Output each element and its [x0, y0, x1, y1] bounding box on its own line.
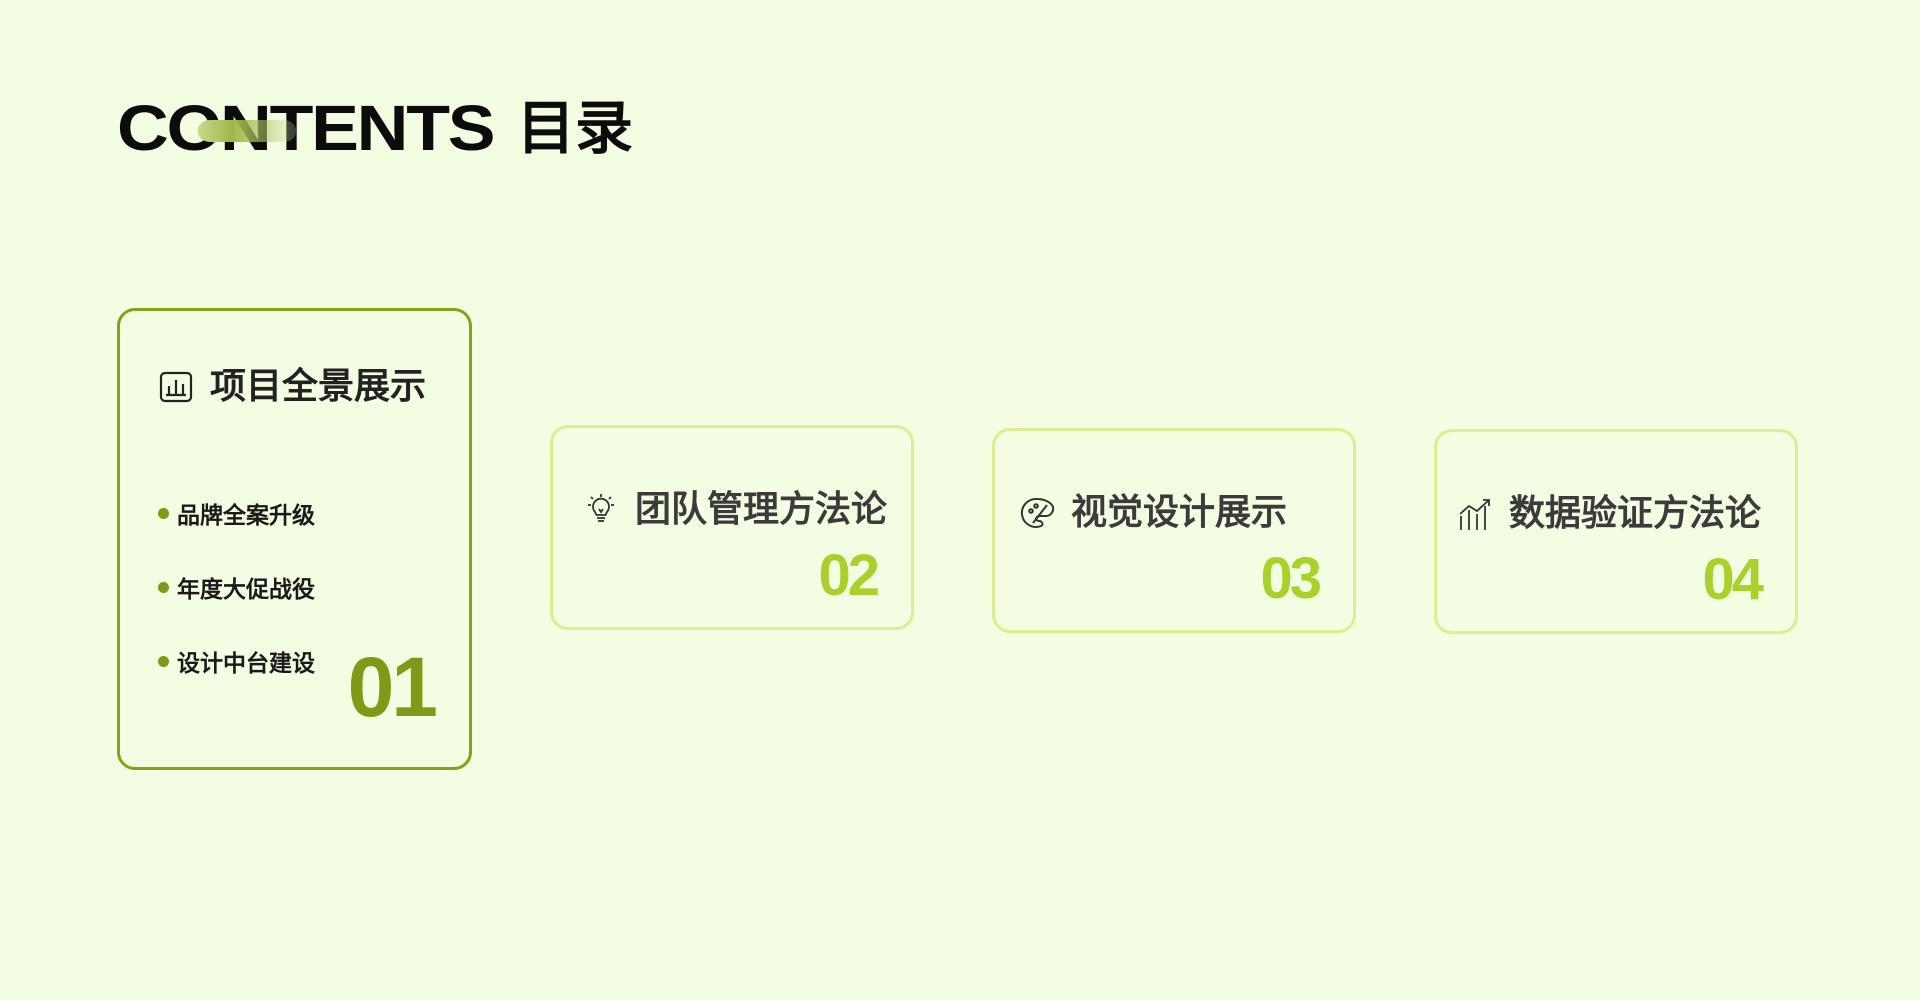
bullet-dot-icon: [158, 655, 169, 667]
card-header: 项目全景展示 PROJECT DISPLAY: [158, 366, 457, 416]
list-item: 品牌全案升级: [158, 476, 315, 550]
card-number: 01: [347, 640, 438, 734]
list-item: 年度大促战役: [158, 550, 315, 624]
list-item: 设计中台建设: [158, 624, 315, 698]
section-card-01[interactable]: 项目全景展示 PROJECT DISPLAY 品牌全案升级 年度大促战役 设计中…: [117, 308, 472, 770]
page-title: 目录: [517, 94, 634, 162]
card-bullet-list: 品牌全案升级 年度大促战役 设计中台建设: [158, 476, 315, 698]
list-item-label: 设计中台建设: [177, 651, 315, 677]
list-item-label: 年度大促战役: [177, 577, 315, 603]
card-number: 03: [1260, 546, 1321, 611]
bar-chart-icon: [158, 369, 194, 405]
section-card-02[interactable]: 团队管理方法论 TEAM MANAGEMENT 02: [550, 425, 914, 630]
card-title-wrap: 项目全景展示 PROJECT DISPLAY: [210, 366, 457, 416]
card-title: 视觉设计展示: [1071, 492, 1288, 533]
card-number: 04: [1702, 547, 1763, 612]
card-number: 02: [818, 543, 879, 608]
page-header: CONTENTS 目录: [117, 88, 633, 168]
card-header: 视觉设计展示 VISUAL DESIG: [1019, 492, 1288, 542]
list-item-label: 品牌全案升级: [177, 503, 315, 529]
contents-heading: CONTENTS: [117, 96, 496, 160]
contents-swoosh-decoration: [197, 120, 297, 142]
lightbulb-icon: [583, 492, 619, 528]
contents-label: CONTENTS: [117, 92, 496, 164]
section-card-03[interactable]: 视觉设计展示 VISUAL DESIG 03: [992, 428, 1356, 633]
bullet-dot-icon: [158, 507, 169, 519]
card-title-wrap: 数据验证方法论 DARA DESIGN: [1509, 493, 1762, 543]
palette-icon: [1019, 495, 1055, 531]
card-title: 数据验证方法论: [1509, 493, 1762, 534]
card-title: 团队管理方法论: [635, 489, 888, 530]
card-title-wrap: 团队管理方法论 TEAM MANAGEMENT: [635, 489, 912, 539]
trend-chart-icon: [1457, 496, 1493, 532]
card-title-wrap: 视觉设计展示 VISUAL DESIG: [1071, 492, 1288, 542]
card-header: 数据验证方法论 DARA DESIGN: [1457, 493, 1762, 543]
section-card-04[interactable]: 数据验证方法论 DARA DESIGN 04: [1434, 429, 1798, 634]
bullet-dot-icon: [158, 581, 169, 593]
card-header: 团队管理方法论 TEAM MANAGEMENT: [583, 489, 912, 539]
card-title: 项目全景展示: [210, 366, 427, 407]
